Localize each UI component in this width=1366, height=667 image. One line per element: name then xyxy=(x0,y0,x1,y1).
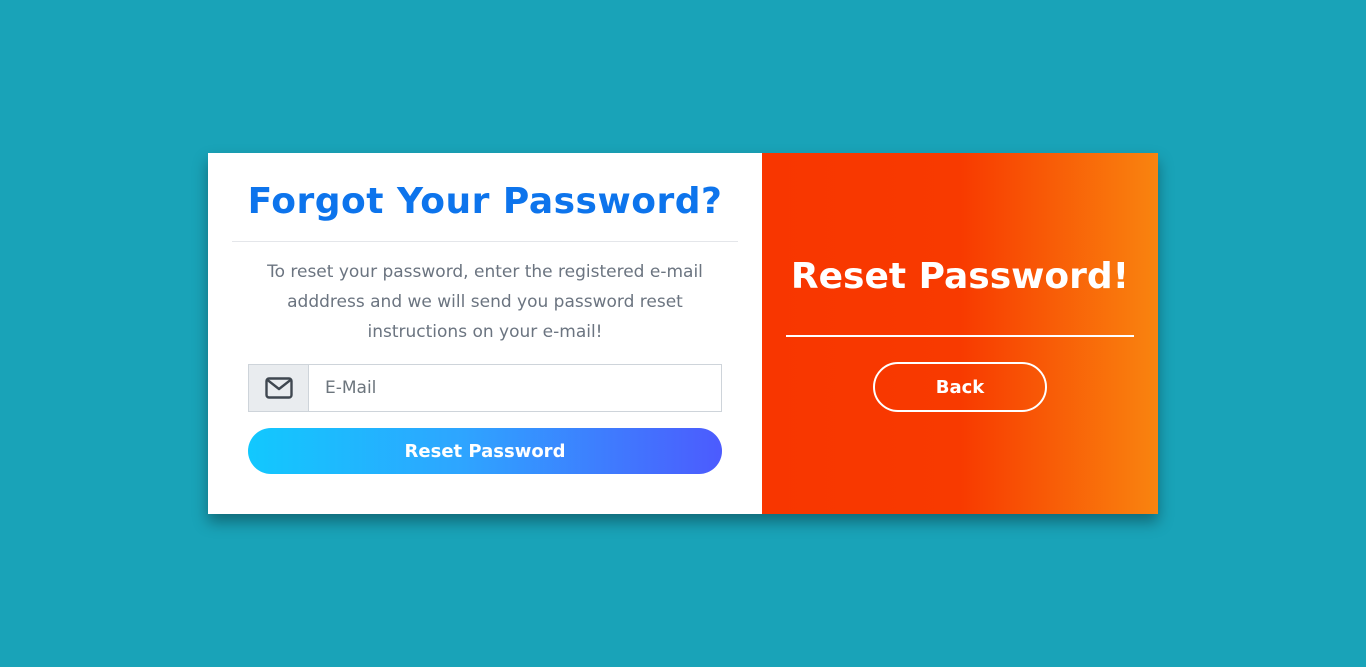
email-addon xyxy=(248,364,309,412)
reset-info-panel: Reset Password! Back xyxy=(762,153,1158,514)
email-input-group xyxy=(248,364,722,412)
panel-heading: Reset Password! xyxy=(790,256,1130,297)
instructions-text: To reset your password, enter the regist… xyxy=(267,262,703,342)
reset-password-button[interactable]: Reset Password xyxy=(248,428,722,474)
reset-password-card: Forgot Your Password? To reset your pass… xyxy=(208,153,1158,514)
envelope-icon xyxy=(264,377,293,399)
page-title: Forgot Your Password? xyxy=(247,181,723,222)
panel-divider xyxy=(786,335,1134,337)
forgot-password-panel: Forgot Your Password? To reset your pass… xyxy=(208,153,762,514)
title-divider xyxy=(232,241,738,242)
email-field[interactable] xyxy=(309,364,722,412)
back-button[interactable]: Back xyxy=(873,362,1047,412)
